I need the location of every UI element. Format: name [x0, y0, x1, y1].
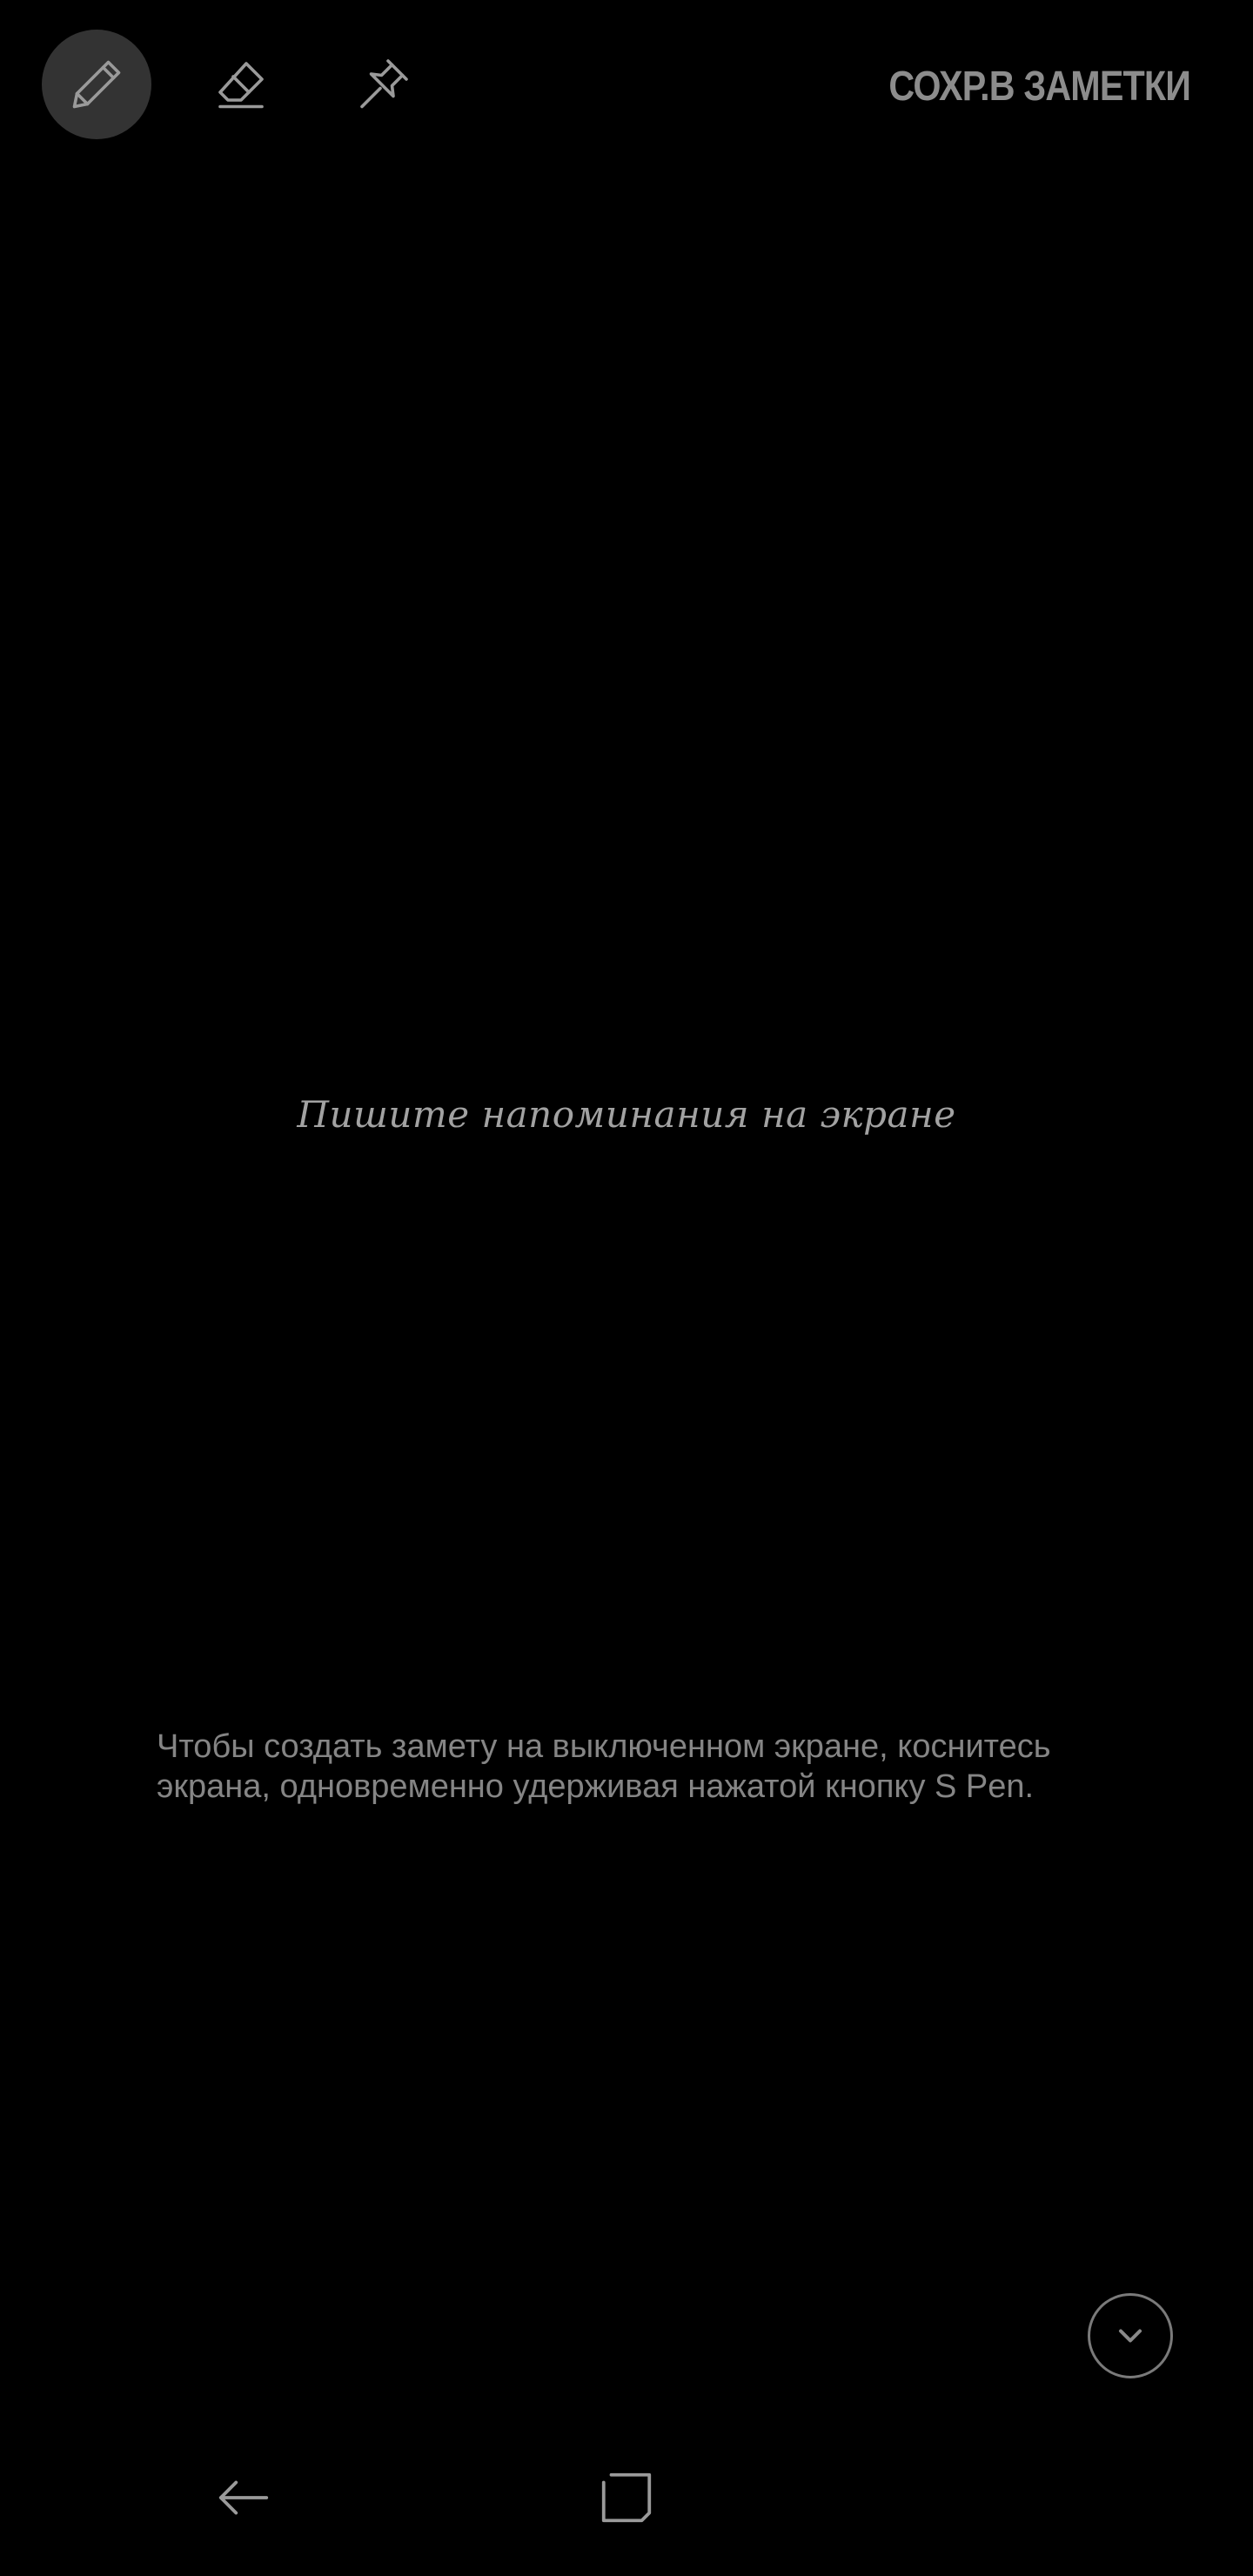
- canvas-placeholder: Пишите напоминания на экране: [297, 1093, 956, 1136]
- pin-tool-button[interactable]: [328, 30, 438, 139]
- back-arrow-icon: [218, 2480, 269, 2515]
- navigation-bar: [0, 2419, 1253, 2576]
- back-button[interactable]: [191, 2445, 296, 2550]
- screen-off-memo-info: Чтобы создать замету на выключенном экра…: [157, 1728, 1051, 1805]
- recents-icon: [601, 2472, 652, 2523]
- eraser-tool-button[interactable]: [186, 30, 296, 139]
- drawing-canvas[interactable]: [0, 174, 1253, 2419]
- pen-tool-button[interactable]: [42, 30, 151, 139]
- toolbar: СОХР.В ЗАМЕТКИ: [0, 0, 1253, 174]
- collapse-button[interactable]: [1088, 2293, 1173, 2378]
- save-to-notes-button[interactable]: СОХР.В ЗАМЕТКИ: [888, 54, 1190, 120]
- eraser-icon: [218, 62, 264, 109]
- chevron-down-icon: [1118, 2329, 1142, 2343]
- pin-icon: [360, 59, 408, 109]
- pen-icon: [72, 60, 121, 109]
- recents-button[interactable]: [574, 2445, 679, 2550]
